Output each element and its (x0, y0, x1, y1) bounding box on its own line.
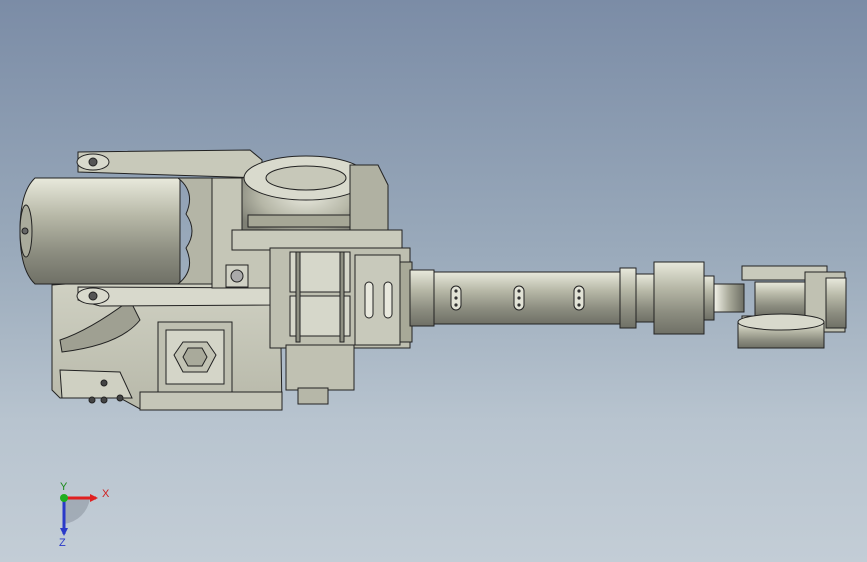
motor-cylinder (19, 177, 181, 285)
base-plate (139, 391, 283, 411)
y-axis-dot (60, 494, 68, 502)
x-axis-arrow (90, 494, 98, 502)
robot-arm-model[interactable] (0, 0, 867, 562)
z-axis-arrow (60, 528, 68, 536)
y-axis-label: Y (60, 481, 68, 493)
wrist-flange (619, 267, 637, 329)
forearm-collar (409, 269, 435, 327)
z-axis-label: Z (59, 537, 66, 548)
orientation-triad: X Y Z (40, 478, 130, 549)
x-axis-label: X (102, 488, 110, 500)
joint-housing (231, 229, 403, 251)
forearm-tube (433, 271, 625, 325)
base-foot-left (59, 369, 133, 399)
wrist-joint (713, 283, 745, 313)
cad-viewport[interactable]: X Y Z (0, 0, 867, 562)
